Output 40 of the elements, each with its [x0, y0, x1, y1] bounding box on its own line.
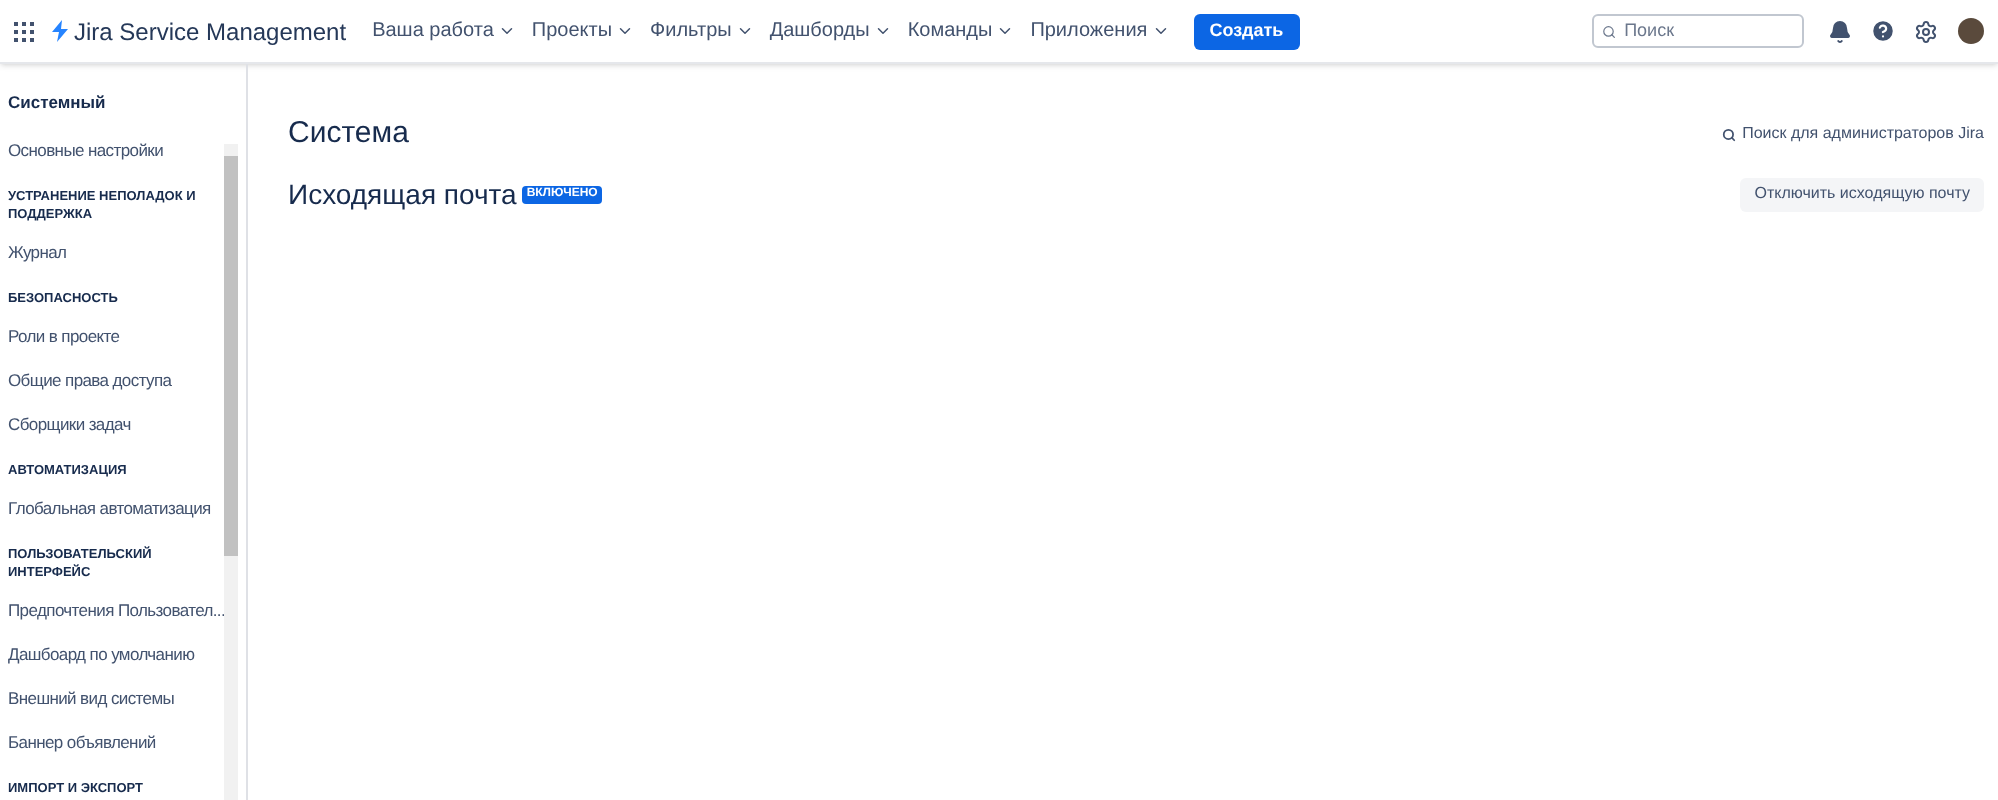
chevron-down-icon: [873, 22, 892, 40]
sidebar-item[interactable]: Предпочтения Пользовател...: [8, 588, 226, 632]
sidebar-item[interactable]: Роли в проекте: [8, 314, 120, 358]
sidebar-item[interactable]: Глобальная автоматизация: [8, 486, 211, 530]
sidebar-item[interactable]: Сборщики задач: [8, 402, 131, 446]
disable-mail-button[interactable]: Отключить исходящую почту: [1740, 177, 1984, 211]
sidebar-item[interactable]: Журнал: [8, 230, 67, 274]
section-title: Исходящая почта: [288, 175, 517, 214]
bell-icon[interactable]: [1828, 19, 1852, 43]
nav-menu[interactable]: Ваша работа: [372, 16, 516, 46]
help-icon[interactable]: [1870, 18, 1896, 44]
avatar[interactable]: [1958, 18, 1984, 44]
admin-search-link[interactable]: Поиск для администраторов Jira: [1722, 122, 1984, 147]
search-box[interactable]: Поиск: [1592, 14, 1804, 48]
search-icon: [1722, 127, 1737, 142]
chevron-down-icon: [996, 22, 1015, 40]
sidebar-item[interactable]: Внешний вид системы: [8, 676, 175, 720]
chevron-down-icon: [1151, 22, 1170, 40]
settings-icon[interactable]: [1914, 19, 1938, 43]
sidebar-item[interactable]: Общие права доступа: [8, 358, 172, 402]
sidebar-item[interactable]: Дашбоард по умолчанию: [8, 632, 195, 676]
create-button[interactable]: Создать: [1193, 13, 1300, 49]
scrollbar[interactable]: [224, 144, 238, 800]
nav-menu[interactable]: Приложения: [1030, 16, 1170, 46]
bolt-logo-icon: [52, 20, 68, 42]
sidebar-item[interactable]: Основные настройки: [8, 128, 164, 172]
chevron-down-icon: [616, 22, 635, 40]
nav-menu[interactable]: Проекты: [531, 16, 635, 46]
chevron-down-icon: [497, 22, 516, 40]
search-icon: [1602, 23, 1617, 39]
nav-menu[interactable]: Дашборды: [769, 16, 892, 46]
search-field[interactable]: Поиск: [1624, 17, 1794, 45]
page-title: Система: [288, 114, 409, 154]
sidebar-title: Системный: [8, 92, 108, 112]
nav-menu[interactable]: Фильтры: [650, 16, 754, 46]
chevron-down-icon: [735, 22, 754, 40]
app-grid-icon[interactable]: [14, 21, 34, 41]
nav-menu[interactable]: Команды: [907, 16, 1015, 46]
product-name[interactable]: Jira Service Management: [74, 13, 347, 49]
sidebar-item[interactable]: Баннер объявлений: [8, 720, 156, 764]
